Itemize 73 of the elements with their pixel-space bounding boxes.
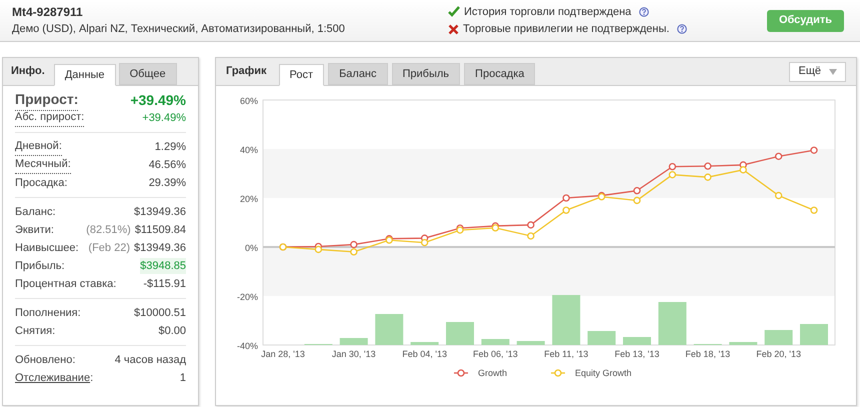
stat-value: $3948.85 <box>140 258 186 274</box>
colon-text: : <box>90 370 94 386</box>
stat-value: 29.39% <box>148 176 186 191</box>
stat-value: $13949.36 <box>134 240 186 256</box>
stat-label: Абс. прирост: <box>15 109 84 127</box>
legend-marker <box>454 369 468 377</box>
stat-value: 4 часов назад <box>114 352 186 368</box>
data-point <box>527 232 534 240</box>
x-tick-label: Feb 06, '13 <box>473 349 518 359</box>
y-tick-label: 60% <box>240 96 258 106</box>
stat-label: Просадка: <box>15 176 68 191</box>
panel-title: Инфо. <box>11 64 45 80</box>
stat-label[interactable]: Отслеживание <box>15 370 90 386</box>
verification-text: История торговли подтверждена <box>464 4 632 20</box>
data-point <box>527 221 534 229</box>
chart-tab[interactable]: Рост <box>278 64 324 86</box>
x-tick-label: Jan 30, '13 <box>332 349 376 359</box>
stat-label: Обновлено: <box>15 352 76 368</box>
stat-note: (Feb 22) <box>88 240 130 256</box>
legend-marker <box>551 369 565 377</box>
stat-value: $10000.51 <box>134 306 186 321</box>
stat-label: Прибыль: <box>15 258 65 274</box>
y-tick-label: -20% <box>236 292 258 302</box>
x-tick-label: Feb 18, '13 <box>685 349 730 359</box>
stat-value: $11509.84 <box>134 222 186 238</box>
stat-label: Процентная ставка: <box>15 276 116 292</box>
panel-tab[interactable]: Данные <box>54 64 116 86</box>
stat-note: (82.51%) <box>86 222 131 238</box>
chart-tab[interactable]: Прибыль <box>392 63 460 85</box>
stat-label: Месячный: <box>15 156 71 174</box>
data-point <box>562 206 570 214</box>
y-tick-label: -40% <box>236 341 258 351</box>
data-point <box>810 206 818 214</box>
x-tick-label: Jan 28, '13 <box>261 349 305 359</box>
stat-label: Дневной: <box>15 138 62 156</box>
caret-icon <box>829 68 837 74</box>
stat-label: Наивысшее: <box>15 240 79 256</box>
stat-value: $13949.36 <box>134 204 186 220</box>
stat-value: $0.00 <box>158 324 186 339</box>
stat-value: -$115.91 <box>143 276 186 292</box>
x-tick-label: Feb 11, '13 <box>544 349 588 359</box>
more-dropdown[interactable]: Ещё <box>789 62 846 82</box>
x-tick-label: Feb 04, '13 <box>402 349 447 359</box>
data-point <box>774 152 782 160</box>
x-tick-label: Feb 13, '13 <box>614 349 660 359</box>
data-point <box>704 174 712 181</box>
stat-value: 1.29% <box>154 140 186 155</box>
stat-value: 46.56% <box>148 158 186 173</box>
stat-label: Снятия: <box>15 324 56 339</box>
account-subtitle: Демо (USD), Alpari NZ, Технический, Автоматизированный, 1:500 <box>12 22 346 38</box>
stat-value: 1 <box>180 370 186 386</box>
x-tick-label: Feb 20, '13 <box>756 349 801 359</box>
chart-tab[interactable]: Просадка <box>464 63 536 85</box>
verification-text: Торговые привилегии не подтверждены. <box>463 22 670 37</box>
y-tick-label: 20% <box>240 194 258 204</box>
help-icon[interactable] <box>677 24 688 34</box>
y-tick-label: 40% <box>240 145 258 155</box>
stat-label: Пополнения: <box>15 306 81 321</box>
stat-value: +39.49% <box>130 90 186 110</box>
data-point <box>633 187 641 194</box>
help-icon[interactable] <box>639 6 650 17</box>
stat-label: Баланс: <box>15 204 56 220</box>
panel-tab[interactable]: Общее <box>118 63 177 85</box>
y-tick-label: 0% <box>244 243 258 253</box>
stat-label: Прирост: <box>15 89 78 111</box>
panel-title: График <box>226 64 267 80</box>
legend-label: Equity Growth <box>575 368 632 378</box>
stat-label: Эквити: <box>15 222 54 238</box>
chart-tab[interactable]: Баланс <box>328 63 388 85</box>
stat-value: +39.49% <box>142 110 186 126</box>
legend-label: Growth <box>478 368 508 378</box>
account-title: Mt4-9287911 <box>12 4 84 22</box>
data-point <box>704 162 712 170</box>
